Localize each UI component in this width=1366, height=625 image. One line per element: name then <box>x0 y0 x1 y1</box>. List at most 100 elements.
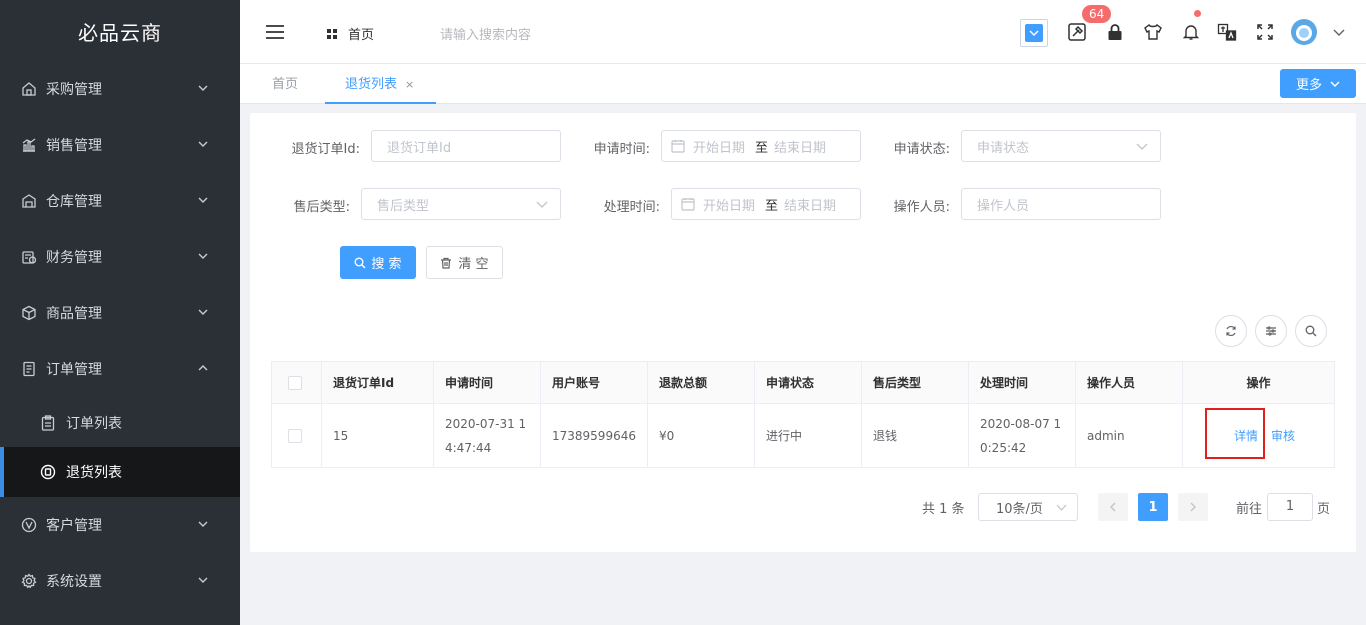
cell-process-time: 2020-08-07 10:25:42 <box>968 403 1076 468</box>
page-size-value: 10条/页 <box>996 501 1043 517</box>
column-header: 用户账号 <box>540 361 648 404</box>
cell-operator: admin <box>1075 403 1183 468</box>
chevron-up-icon <box>198 365 208 371</box>
chevron-down-icon <box>198 253 208 259</box>
customer-icon <box>20 516 38 534</box>
cell-apply-time: 2020-07-31 14:47:44 <box>433 403 541 468</box>
submenu-return-list[interactable]: 退货列表 <box>0 447 240 497</box>
goto-page-input[interactable]: 1 <box>1267 493 1313 521</box>
range-separator: 至 <box>755 140 769 156</box>
header-search-input[interactable]: 请输入搜索内容 <box>440 24 531 43</box>
operator-input[interactable]: 操作人员 <box>961 188 1161 220</box>
after-type-select[interactable]: 售后类型 <box>361 188 561 220</box>
chevron-down-icon <box>198 521 208 527</box>
apply-time-label: 申请时间: <box>593 142 650 157</box>
column-header: 售后类型 <box>861 361 969 404</box>
start-date-input[interactable]: 开始日期 <box>693 137 745 156</box>
process-time-label: 处理时间: <box>603 200 660 215</box>
theme-shirt-icon[interactable] <box>1142 20 1164 44</box>
submenu-label: 订单列表 <box>66 416 122 432</box>
tabs-bar: 首页 退货列表 × 更多 <box>240 64 1366 104</box>
breadcrumb-home[interactable]: 首页 <box>326 24 374 43</box>
menu-customers[interactable]: 客户管理 <box>0 497 240 553</box>
page-unit-label: 页 <box>1317 501 1331 517</box>
clear-button[interactable]: 清 空 <box>426 246 503 279</box>
tab-home[interactable]: 首页 <box>272 64 298 104</box>
sidebar: 必品云商 采购管理 销售管理 仓库管理 财务管理 商品管理 订单管理 订单列表 … <box>0 0 240 625</box>
menu-label: 客户管理 <box>46 518 102 534</box>
audit-link[interactable]: 审核 <box>1271 424 1295 448</box>
avatar[interactable] <box>1290 18 1318 46</box>
actions-wrap: 详情 审核 <box>1183 404 1334 467</box>
prev-page-button[interactable] <box>1098 493 1128 521</box>
column-header: 处理时间 <box>968 361 1076 404</box>
column-header: 申请状态 <box>754 361 862 404</box>
chevron-right-icon <box>1190 502 1196 512</box>
more-button[interactable]: 更多 <box>1280 69 1356 98</box>
brand-logo: 必品云商 <box>78 21 162 45</box>
cell-actions: 详情 审核 <box>1182 403 1335 468</box>
menu-label: 财务管理 <box>46 250 102 266</box>
start-date-input[interactable]: 开始日期 <box>703 195 755 214</box>
select-all-checkbox-cell[interactable] <box>271 361 322 404</box>
finance-icon <box>20 248 38 266</box>
chevron-down-icon <box>198 141 208 147</box>
breadcrumb-home-label: 首页 <box>348 28 375 43</box>
row-checkbox-cell[interactable] <box>271 403 322 468</box>
page-number-button[interactable]: 1 <box>1138 493 1168 521</box>
tab-return-list[interactable]: 退货列表 × <box>325 64 436 104</box>
chevron-down-icon <box>1330 81 1340 87</box>
cell-id: 15 <box>321 403 434 468</box>
dropdown-toggle-icon[interactable] <box>1020 19 1048 47</box>
menu-sales[interactable]: 销售管理 <box>0 117 240 173</box>
search-icon[interactable] <box>1295 315 1327 347</box>
next-page-button[interactable] <box>1178 493 1208 521</box>
status-select[interactable]: 申请状态 <box>961 130 1161 162</box>
chevron-down-icon <box>1136 143 1148 150</box>
detail-link[interactable]: 详情 <box>1234 424 1258 448</box>
hamburger-menu-icon[interactable] <box>264 22 286 42</box>
column-header: 退款总额 <box>647 361 755 404</box>
process-time-range[interactable]: 开始日期 至 结束日期 <box>671 188 861 220</box>
pagination-total: 共 1 条 <box>922 501 965 517</box>
menu-orders[interactable]: 订单管理 <box>0 341 240 397</box>
menu-label: 商品管理 <box>46 306 102 322</box>
status-label: 申请状态: <box>893 142 950 157</box>
menu-finance[interactable]: 财务管理 <box>0 229 240 285</box>
lock-icon[interactable] <box>1104 20 1126 44</box>
fullscreen-icon[interactable] <box>1254 20 1276 44</box>
menu-goods[interactable]: 商品管理 <box>0 285 240 341</box>
chevron-down-icon[interactable] <box>1328 20 1350 44</box>
menu-settings[interactable]: 系统设置 <box>0 553 240 609</box>
chevron-down-icon <box>198 85 208 91</box>
refresh-icon[interactable] <box>1215 315 1247 347</box>
more-button-label: 更多 <box>1295 78 1322 93</box>
close-icon[interactable]: × <box>405 78 414 91</box>
unread-dot <box>1194 10 1201 17</box>
cell-account: 17389599646 <box>540 403 648 468</box>
page-size-select[interactable]: 10条/页 <box>978 493 1078 521</box>
trash-icon <box>441 257 452 269</box>
chevron-down-icon <box>1056 504 1067 511</box>
chevron-left-icon <box>1110 502 1116 512</box>
menu-purchase[interactable]: 采购管理 <box>0 61 240 117</box>
menu-label: 采购管理 <box>46 82 102 98</box>
warehouse-icon <box>20 192 38 210</box>
row-checkbox[interactable] <box>288 429 302 443</box>
order-id-input[interactable]: 退货订单Id <box>371 130 561 162</box>
search-button[interactable]: 搜 索 <box>340 246 416 279</box>
submenu-order-list[interactable]: 订单列表 <box>0 398 240 448</box>
end-date-input[interactable]: 结束日期 <box>774 137 826 156</box>
column-header: 操作 <box>1182 361 1335 404</box>
menu-warehouse[interactable]: 仓库管理 <box>0 173 240 229</box>
translate-icon[interactable] <box>1216 20 1238 44</box>
apply-time-range[interactable]: 开始日期 至 结束日期 <box>661 130 861 162</box>
select-all-checkbox[interactable] <box>288 375 302 390</box>
tools-icon[interactable] <box>1066 20 1088 44</box>
tab-label: 退货列表 <box>345 77 398 92</box>
end-date-input[interactable]: 结束日期 <box>784 195 836 214</box>
filter-settings-icon[interactable] <box>1255 315 1287 347</box>
bell-icon[interactable] <box>1180 20 1202 44</box>
main-card: 退货订单Id: 退货订单Id 申请时间: 开始日期 至 结束日期 申请状态: 申… <box>250 113 1356 552</box>
cell-type: 退钱 <box>861 403 969 468</box>
